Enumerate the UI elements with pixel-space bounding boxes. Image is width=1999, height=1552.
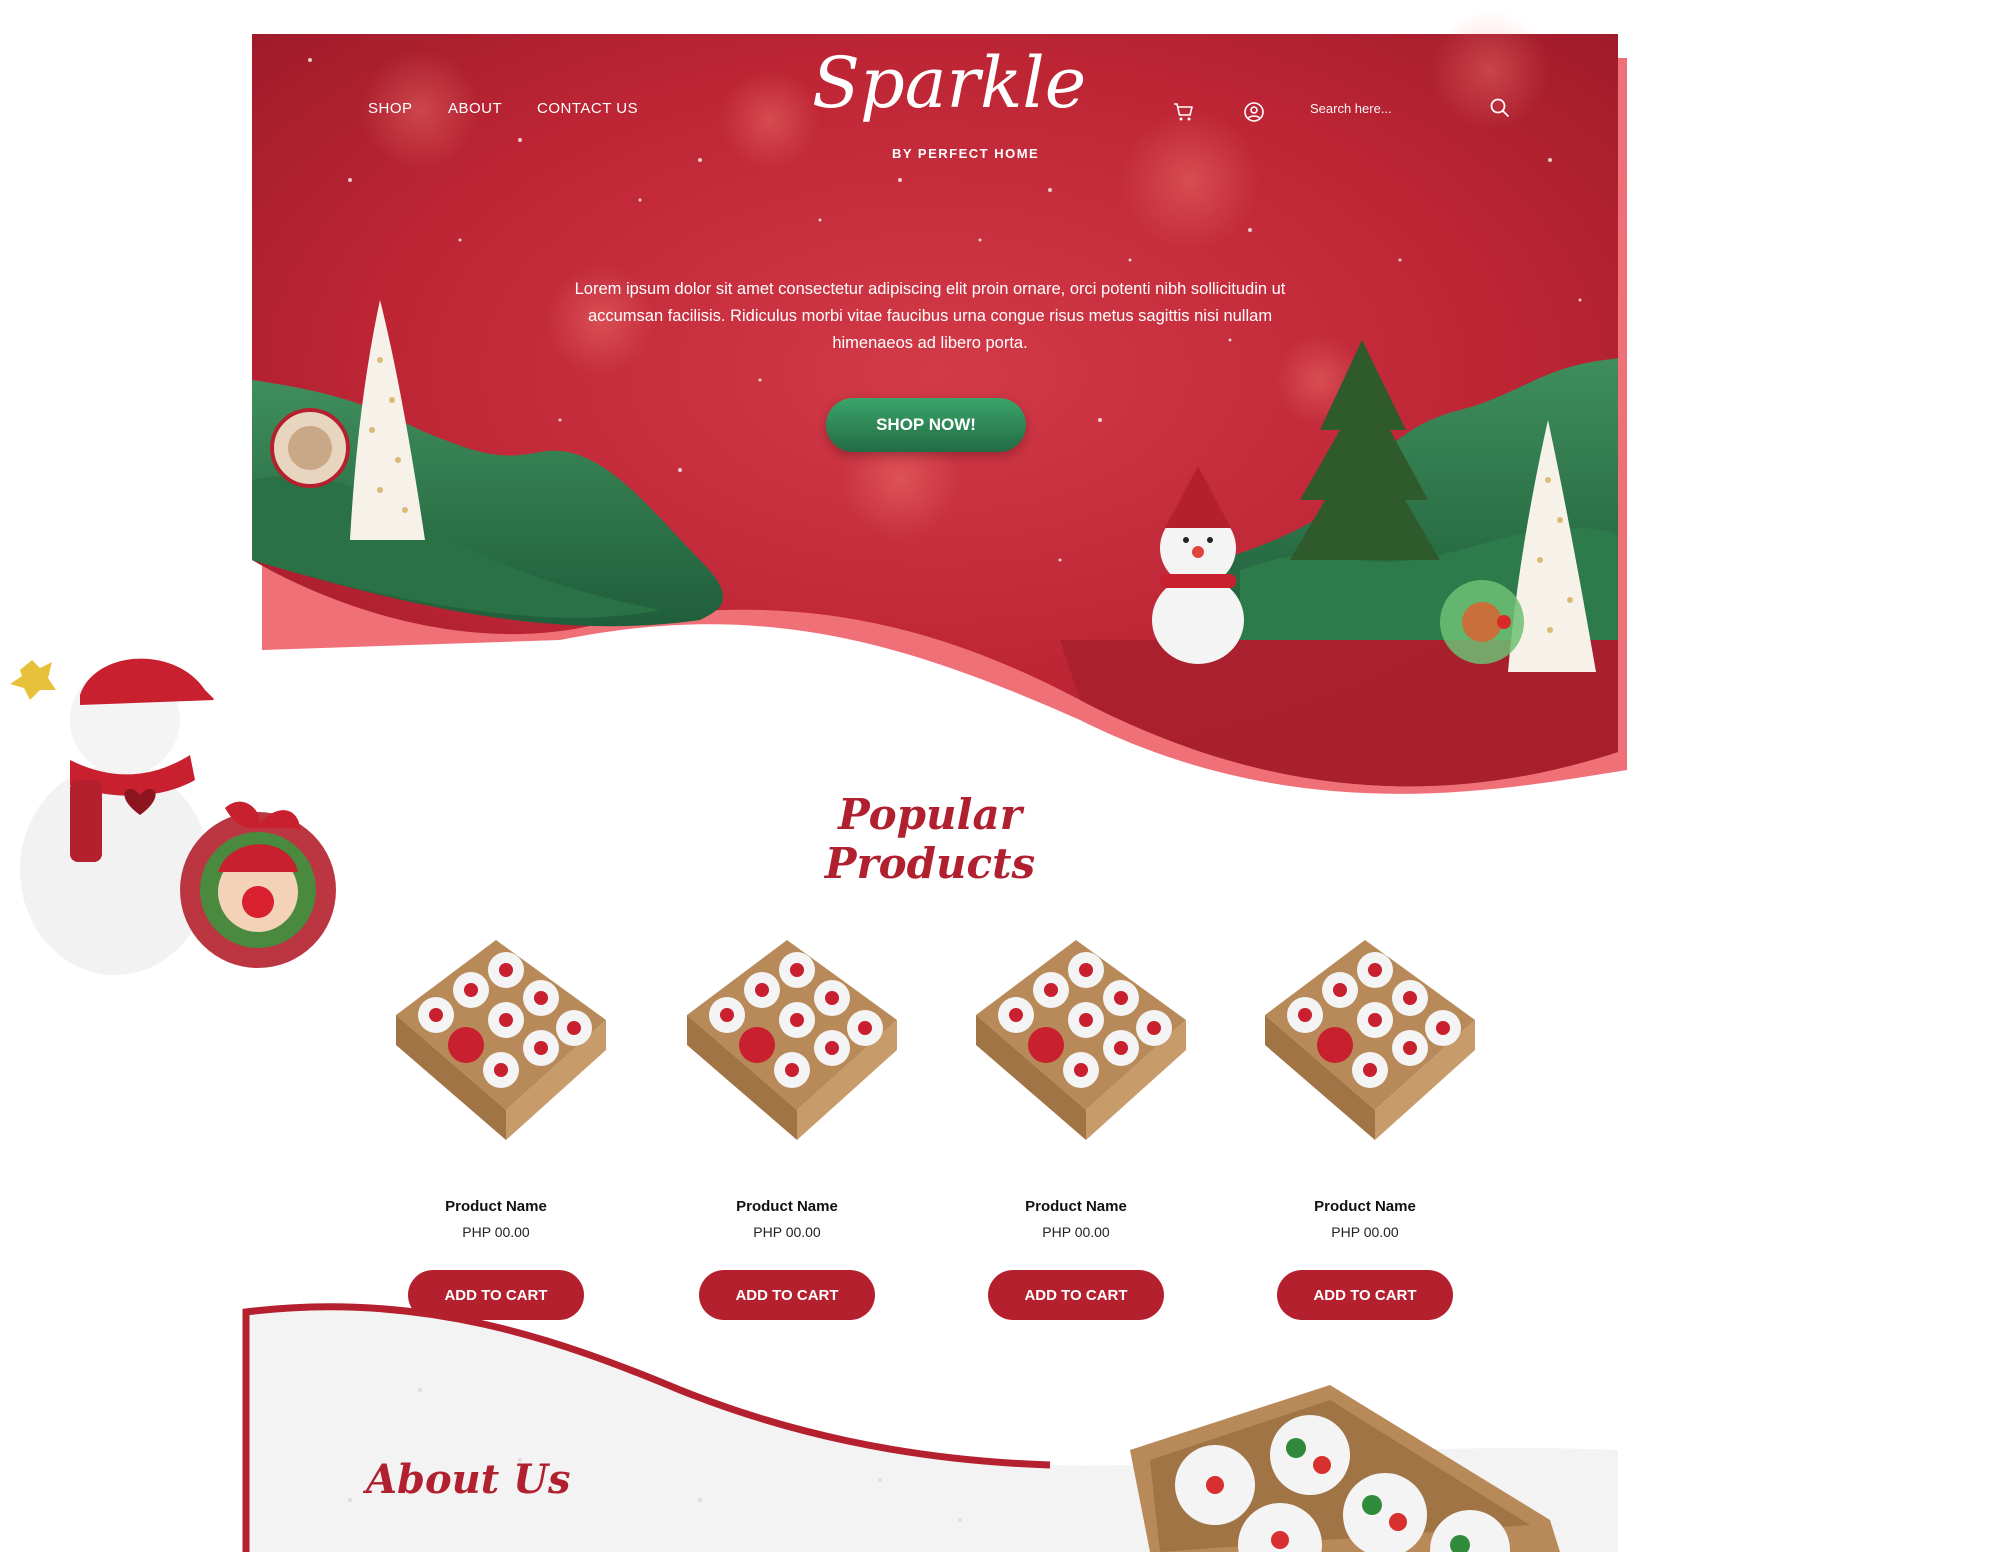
product-image[interactable] bbox=[376, 940, 616, 1150]
logo-wordmark[interactable]: Sparkle bbox=[812, 48, 1086, 118]
product-name[interactable]: Product Name bbox=[667, 1198, 907, 1215]
hero-description: Lorem ipsum dolor sit amet consectetur a… bbox=[574, 280, 1286, 352]
shop-now-button[interactable]: SHOP NOW! bbox=[826, 398, 1026, 452]
nav-shop[interactable]: SHOP bbox=[368, 100, 413, 117]
cart-icon[interactable] bbox=[1172, 100, 1196, 124]
product-price: PHP 00.00 bbox=[1331, 1224, 1399, 1240]
product-image[interactable] bbox=[956, 940, 1196, 1150]
search-input[interactable] bbox=[1308, 96, 1492, 120]
snowman-decoration-image bbox=[10, 658, 336, 975]
popular-products-title: Popular Products bbox=[824, 790, 1036, 888]
nav-about[interactable]: ABOUT bbox=[448, 100, 502, 117]
nav-contact-us[interactable]: CONTACT US bbox=[537, 100, 638, 117]
product-price: PHP 00.00 bbox=[462, 1224, 530, 1240]
product-price: PHP 00.00 bbox=[753, 1224, 821, 1240]
about-us-title: About Us bbox=[366, 1456, 571, 1503]
search-icon[interactable] bbox=[1488, 96, 1512, 120]
user-circle-icon[interactable] bbox=[1242, 100, 1266, 124]
product-name[interactable]: Product Name bbox=[376, 1198, 616, 1215]
product-name[interactable]: Product Name bbox=[1245, 1198, 1485, 1215]
product-image[interactable] bbox=[1245, 940, 1485, 1150]
about-section-background bbox=[242, 1303, 1618, 1552]
product-price: PHP 00.00 bbox=[1042, 1224, 1110, 1240]
logo-tagline: BY PERFECT HOME bbox=[892, 146, 1040, 161]
product-name[interactable]: Product Name bbox=[956, 1198, 1196, 1215]
product-image[interactable] bbox=[667, 940, 907, 1150]
